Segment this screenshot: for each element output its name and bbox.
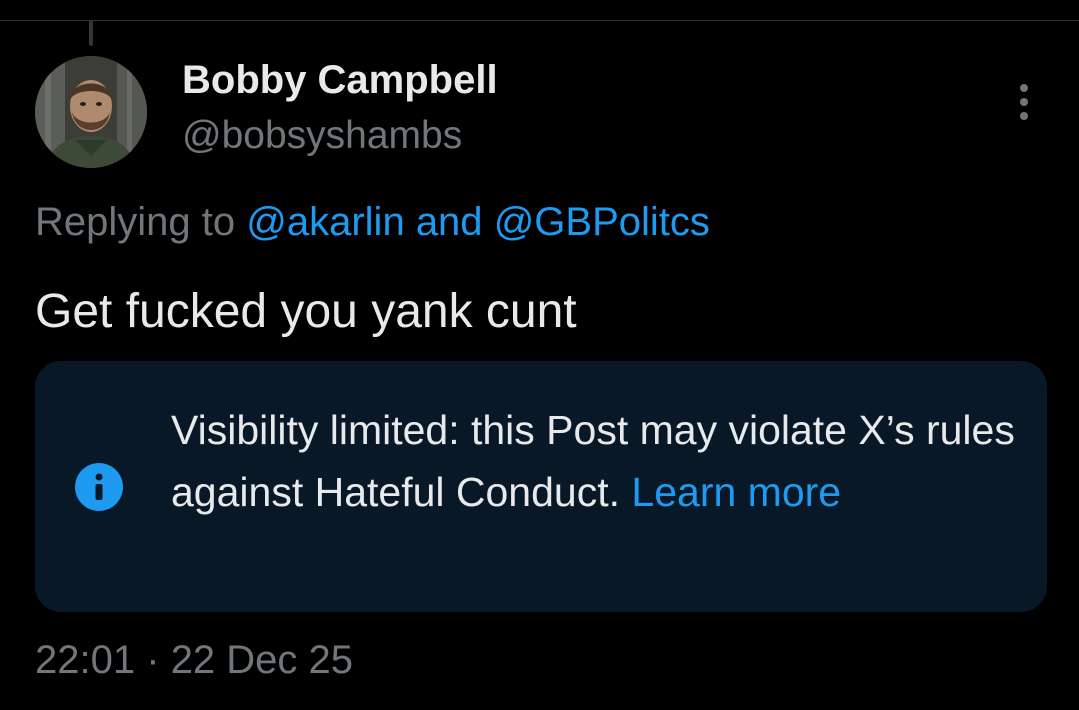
learn-more-link[interactable]: Learn more	[631, 469, 841, 515]
visibility-notice-message: Visibility limited: this Post may violat…	[171, 407, 1015, 515]
mention-akarlin-link[interactable]: @akarlin	[246, 200, 404, 244]
more-options-icon[interactable]	[1010, 80, 1038, 124]
replying-conjunction[interactable]: and	[416, 200, 483, 244]
mention-gbpolitcs-link[interactable]: @GBPolitcs	[494, 200, 710, 244]
author-display-name[interactable]: Bobby Campbell	[182, 58, 498, 103]
thread-connector-line	[89, 20, 93, 46]
post-text: Get fucked you yank cunt	[35, 285, 577, 338]
more-dot	[1020, 98, 1028, 106]
info-glyph	[95, 473, 103, 500]
more-dot	[1020, 112, 1028, 120]
visibility-notice: Visibility limited: this Post may violat…	[35, 361, 1047, 612]
thread-divider	[0, 20, 1079, 21]
more-dot	[1020, 84, 1028, 92]
post-time: 22:01	[35, 638, 136, 682]
replying-to-label: Replying to	[35, 200, 236, 244]
visibility-notice-text: Visibility limited: this Post may violat…	[171, 399, 1031, 523]
replying-to-line: Replying to @akarlin and @GBPolitcs	[35, 200, 710, 245]
timestamp-separator: ·	[146, 638, 160, 682]
avatar[interactable]	[35, 56, 147, 168]
post-timestamp[interactable]: 22:01 · 22 Dec 25	[35, 638, 353, 683]
info-icon	[75, 463, 123, 511]
author-handle[interactable]: @bobsyshambs	[182, 114, 462, 158]
avatar-photo	[35, 56, 147, 168]
post-date: 22 Dec 25	[170, 638, 354, 682]
